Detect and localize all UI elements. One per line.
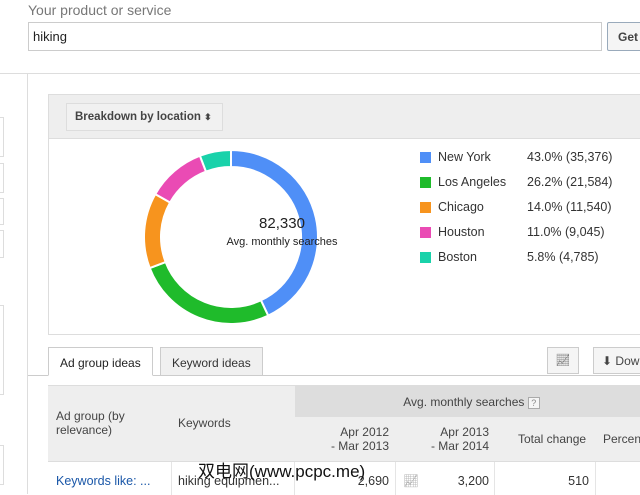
sort-arrows-icon: ⬍ <box>204 112 212 122</box>
sidebar-box[interactable] <box>0 163 4 193</box>
help-icon[interactable]: ? <box>527 397 540 409</box>
avg-monthly-searches-header: Avg. monthly searches ? <box>295 386 640 417</box>
total-searches: 82,330 <box>259 215 305 232</box>
donut-slice-chicago[interactable] <box>143 192 172 270</box>
legend-value: 43.0% (35,376) <box>527 150 613 164</box>
divider <box>0 73 640 74</box>
col-keywords[interactable]: Keywords <box>178 416 231 430</box>
donut-slice-boston[interactable] <box>198 148 232 173</box>
donut-slice-los-angeles[interactable] <box>148 260 270 324</box>
donut-slice-new-york[interactable] <box>230 148 319 317</box>
avg-header-label: Avg. monthly searches <box>403 395 525 409</box>
sidebar-box[interactable] <box>0 305 4 395</box>
legend-swatch <box>420 227 431 238</box>
col-percent[interactable]: Percen <box>603 432 640 446</box>
legend-value: 14.0% (11,540) <box>527 200 612 214</box>
download-label: Dow <box>615 354 640 368</box>
adgroup-link[interactable]: Keywords like: ... <box>56 474 150 488</box>
breakdown-panel: Breakdown by location ⬍ 82,330 Avg. mont… <box>48 94 640 335</box>
legend-value: 26.2% (21,584) <box>527 175 613 189</box>
sidebar-divider <box>27 73 28 494</box>
download-button[interactable]: ⬇ Dow <box>593 347 640 374</box>
legend-label: Boston <box>438 250 477 264</box>
sidebar-box[interactable] <box>0 230 4 258</box>
legend-swatch <box>420 202 431 213</box>
legend-swatch <box>420 252 431 263</box>
legend-label: New York <box>438 150 491 164</box>
col-adgroup[interactable]: Ad group (by relevance) <box>56 409 156 437</box>
breakdown-label: Breakdown by location <box>75 111 201 123</box>
tab-ad-group-ideas[interactable]: Ad group ideas <box>48 347 153 376</box>
watermark: 双电网(www.pcpc.me) <box>198 462 366 481</box>
tab-keyword-ideas[interactable]: Keyword ideas <box>160 347 263 376</box>
col-period2-line1: Apr 2013 <box>440 425 489 439</box>
product-input[interactable]: hiking <box>28 22 602 51</box>
download-icon: ⬇ <box>602 354 613 368</box>
col-total-change[interactable]: Total change <box>518 432 586 446</box>
legend-value: 11.0% (9,045) <box>527 225 605 239</box>
donut-chart <box>143 148 319 324</box>
donut-slice-houston[interactable] <box>153 154 208 204</box>
col-period2[interactable]: Apr 2013- Mar 2014 <box>398 425 489 453</box>
legend-value: 5.8% (4,785) <box>527 250 599 264</box>
col-period1-line2: - Mar 2013 <box>330 439 389 453</box>
table-header: Avg. monthly searches ? Ad group (by rel… <box>48 385 640 461</box>
sidebar-box[interactable] <box>0 445 4 485</box>
change-cell: 510 <box>568 474 589 488</box>
total-label: Avg. monthly searches <box>226 236 338 248</box>
line-chart-icon: 📈︎ <box>555 353 571 367</box>
col-period1[interactable]: Apr 2012- Mar 2013 <box>298 425 389 453</box>
legend-swatch <box>420 152 431 163</box>
legend-label: Los Angeles <box>438 175 507 189</box>
period2-cell: 3,200 <box>457 474 489 488</box>
chart-toggle-button[interactable]: 📈︎ <box>547 347 579 374</box>
get-ideas-button[interactable]: Get <box>607 22 640 51</box>
legend-label: Chicago <box>438 200 484 214</box>
legend-label: Houston <box>438 225 485 239</box>
sidebar-box[interactable] <box>0 117 4 157</box>
col-period2-line2: - Mar 2014 <box>430 439 489 453</box>
sidebar-box[interactable] <box>0 198 4 225</box>
col-period1-line1: Apr 2012 <box>340 425 389 439</box>
legend-swatch <box>420 177 431 188</box>
breakdown-select[interactable]: Breakdown by location ⬍ <box>66 103 223 131</box>
product-label: Your product or service <box>28 2 172 18</box>
panel-header: Breakdown by location ⬍ <box>49 95 640 139</box>
